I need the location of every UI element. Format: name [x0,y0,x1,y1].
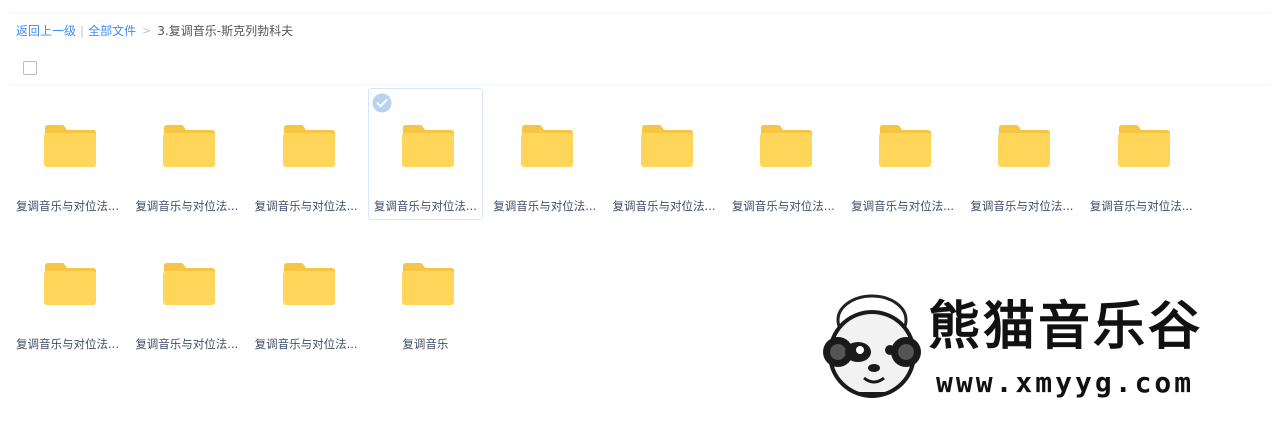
folder-item[interactable]: 复调音乐与对位法... [607,88,722,220]
check-circle-icon[interactable] [372,93,392,113]
folder-name: 复调音乐与对位法... [254,337,358,351]
back-link[interactable]: 返回上一级 [16,23,76,39]
folder-icon [759,125,812,167]
folder-name: 复调音乐与对位法... [254,199,358,213]
folder-icon [163,125,216,167]
folder-name: 复调音乐 [402,337,449,351]
folder-name: 复调音乐与对位法... [135,199,239,213]
folder-name: 复调音乐与对位法... [16,199,119,213]
folder-name: 复调音乐与对位法... [612,199,716,213]
folder-icon [640,125,693,167]
all-files-link[interactable]: 全部文件 [88,23,136,39]
folder-icon [1117,125,1170,167]
folder-item[interactable]: 复调音乐与对位法... [129,226,244,358]
top-divider [10,12,1270,13]
breadcrumb-separator: > [142,24,152,37]
folder-item[interactable]: 复调音乐与对位法... [367,88,483,220]
folder-icon [163,263,216,305]
folder-icon [521,125,574,167]
folder-item[interactable]: 复调音乐与对位法... [487,88,602,220]
folder-item[interactable]: 复调音乐与对位法... [129,88,244,220]
folder-item[interactable]: 复调音乐与对位法... [1084,88,1199,220]
folder-icon [879,125,932,167]
folder-name: 复调音乐与对位法... [373,199,477,213]
folder-name: 复调音乐与对位法... [493,199,597,213]
watermark-url: www.xmyyg.com [936,366,1195,399]
watermark: 熊猫音乐谷 www.xmyyg.com [816,290,1256,405]
breadcrumb-divider: | [80,24,85,38]
folder-name: 复调音乐与对位法... [970,199,1074,213]
folder-name: 复调音乐与对位法... [851,199,955,213]
folder-item[interactable]: 复调音乐与对位法... [249,88,364,220]
folder-name: 复调音乐与对位法... [1089,199,1193,213]
folder-name: 复调音乐与对位法... [16,337,119,351]
folder-icon [401,263,454,305]
folder-icon [282,125,335,167]
folder-item[interactable]: 复调音乐与对位法... [10,88,125,220]
select-all-checkbox[interactable] [23,61,37,75]
folder-icon [44,125,96,167]
breadcrumb: 返回上一级 | 全部文件 > 3.复调音乐-斯克列勃科夫 [16,23,293,39]
header-divider [10,84,1270,85]
folder-item[interactable]: 复调音乐与对位法... [845,88,960,220]
folder-item[interactable]: 复调音乐与对位法... [964,88,1079,220]
folder-item[interactable]: 复调音乐与对位法... [726,88,841,220]
panda-logo-icon [823,294,921,398]
folder-item[interactable]: 复调音乐与对位法... [249,226,364,358]
watermark-title: 熊猫音乐谷 [928,297,1204,357]
folder-icon [44,263,96,305]
folder-name: 复调音乐与对位法... [731,199,835,213]
folder-item[interactable]: 复调音乐 [368,226,483,358]
folder-item[interactable]: 复调音乐与对位法... [10,226,125,358]
folder-icon [401,125,454,167]
folder-name: 复调音乐与对位法... [135,337,239,351]
current-folder-name: 3.复调音乐-斯克列勃科夫 [157,24,294,38]
folder-icon [282,263,335,305]
folder-icon [998,125,1051,167]
